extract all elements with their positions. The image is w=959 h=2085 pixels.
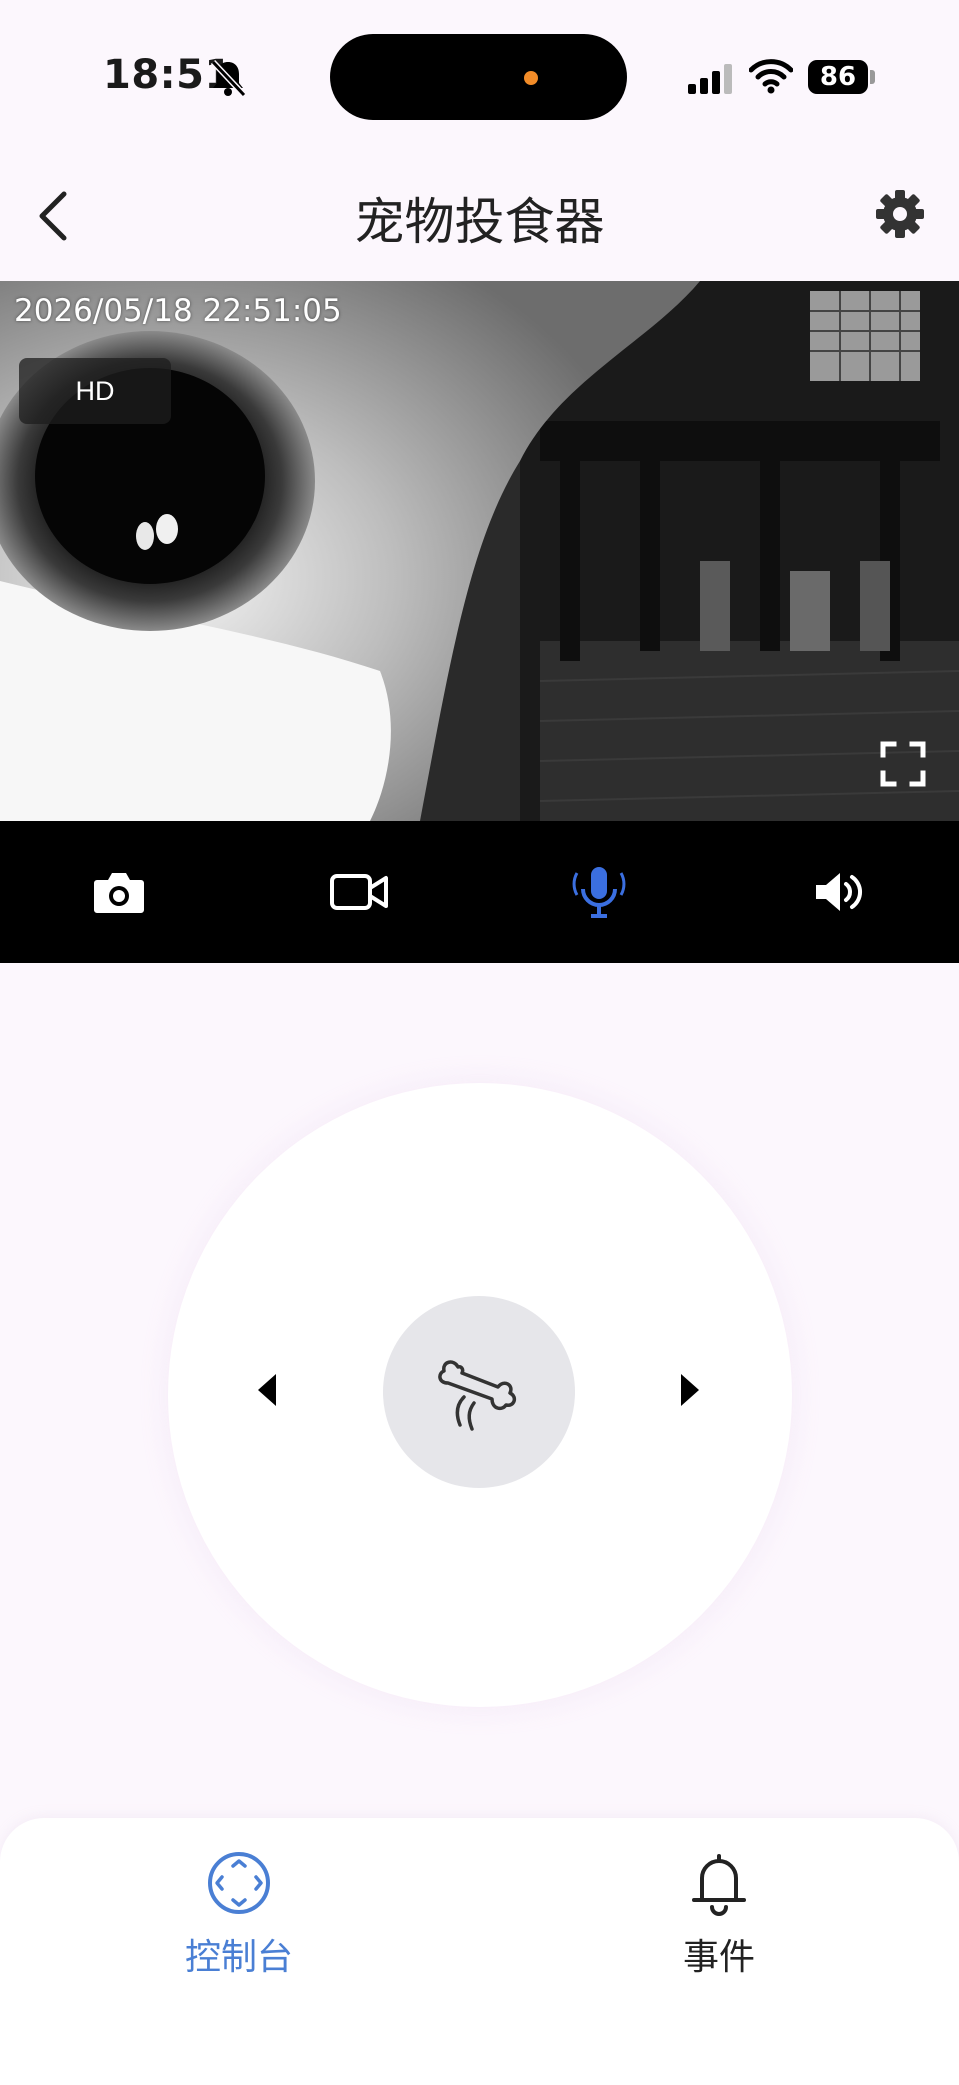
camera-timestamp: 2026/05/18 22:51:05 bbox=[14, 293, 342, 329]
speaker-button[interactable] bbox=[789, 821, 889, 963]
bottom-tab-bar: 控制台 事件 bbox=[0, 1818, 959, 2085]
speaker-icon bbox=[816, 873, 862, 911]
record-button[interactable] bbox=[309, 821, 409, 963]
settings-button[interactable] bbox=[874, 188, 926, 240]
video-camera-icon bbox=[330, 874, 388, 910]
feed-button[interactable] bbox=[383, 1296, 575, 1488]
tab-console[interactable]: 控制台 bbox=[139, 1818, 339, 1998]
caret-right-icon[interactable] bbox=[675, 1370, 705, 1410]
privacy-indicator-dot bbox=[524, 71, 538, 85]
camera-live-view[interactable]: 2026/05/18 22:51:05 HD bbox=[0, 281, 959, 821]
tab-events[interactable]: 事件 bbox=[619, 1818, 819, 1998]
fullscreen-icon[interactable] bbox=[880, 741, 926, 787]
cellular-signal-icon bbox=[688, 64, 732, 94]
bell-slash-icon bbox=[210, 59, 246, 98]
joystick-icon bbox=[208, 1852, 270, 1914]
tab-events-label: 事件 bbox=[682, 1937, 755, 1978]
bell-icon bbox=[692, 1854, 746, 1916]
wifi-icon bbox=[749, 59, 793, 94]
microphone-icon bbox=[572, 867, 626, 918]
talk-button[interactable] bbox=[549, 821, 649, 963]
bone-feed-icon bbox=[438, 1360, 517, 1431]
camera-icon bbox=[94, 873, 144, 913]
page-title: 宠物投食器 bbox=[354, 193, 605, 251]
snapshot-button[interactable] bbox=[69, 821, 169, 963]
tab-console-label: 控制台 bbox=[184, 1937, 293, 1978]
gear-icon bbox=[876, 190, 924, 238]
video-quality-button[interactable]: HD bbox=[19, 358, 171, 424]
battery-level: 86 bbox=[819, 62, 857, 92]
caret-left-icon[interactable] bbox=[252, 1370, 282, 1410]
battery-nub bbox=[870, 70, 875, 84]
camera-toolbar bbox=[0, 821, 959, 963]
battery-indicator: 86 bbox=[808, 60, 868, 94]
dynamic-island bbox=[330, 34, 627, 120]
